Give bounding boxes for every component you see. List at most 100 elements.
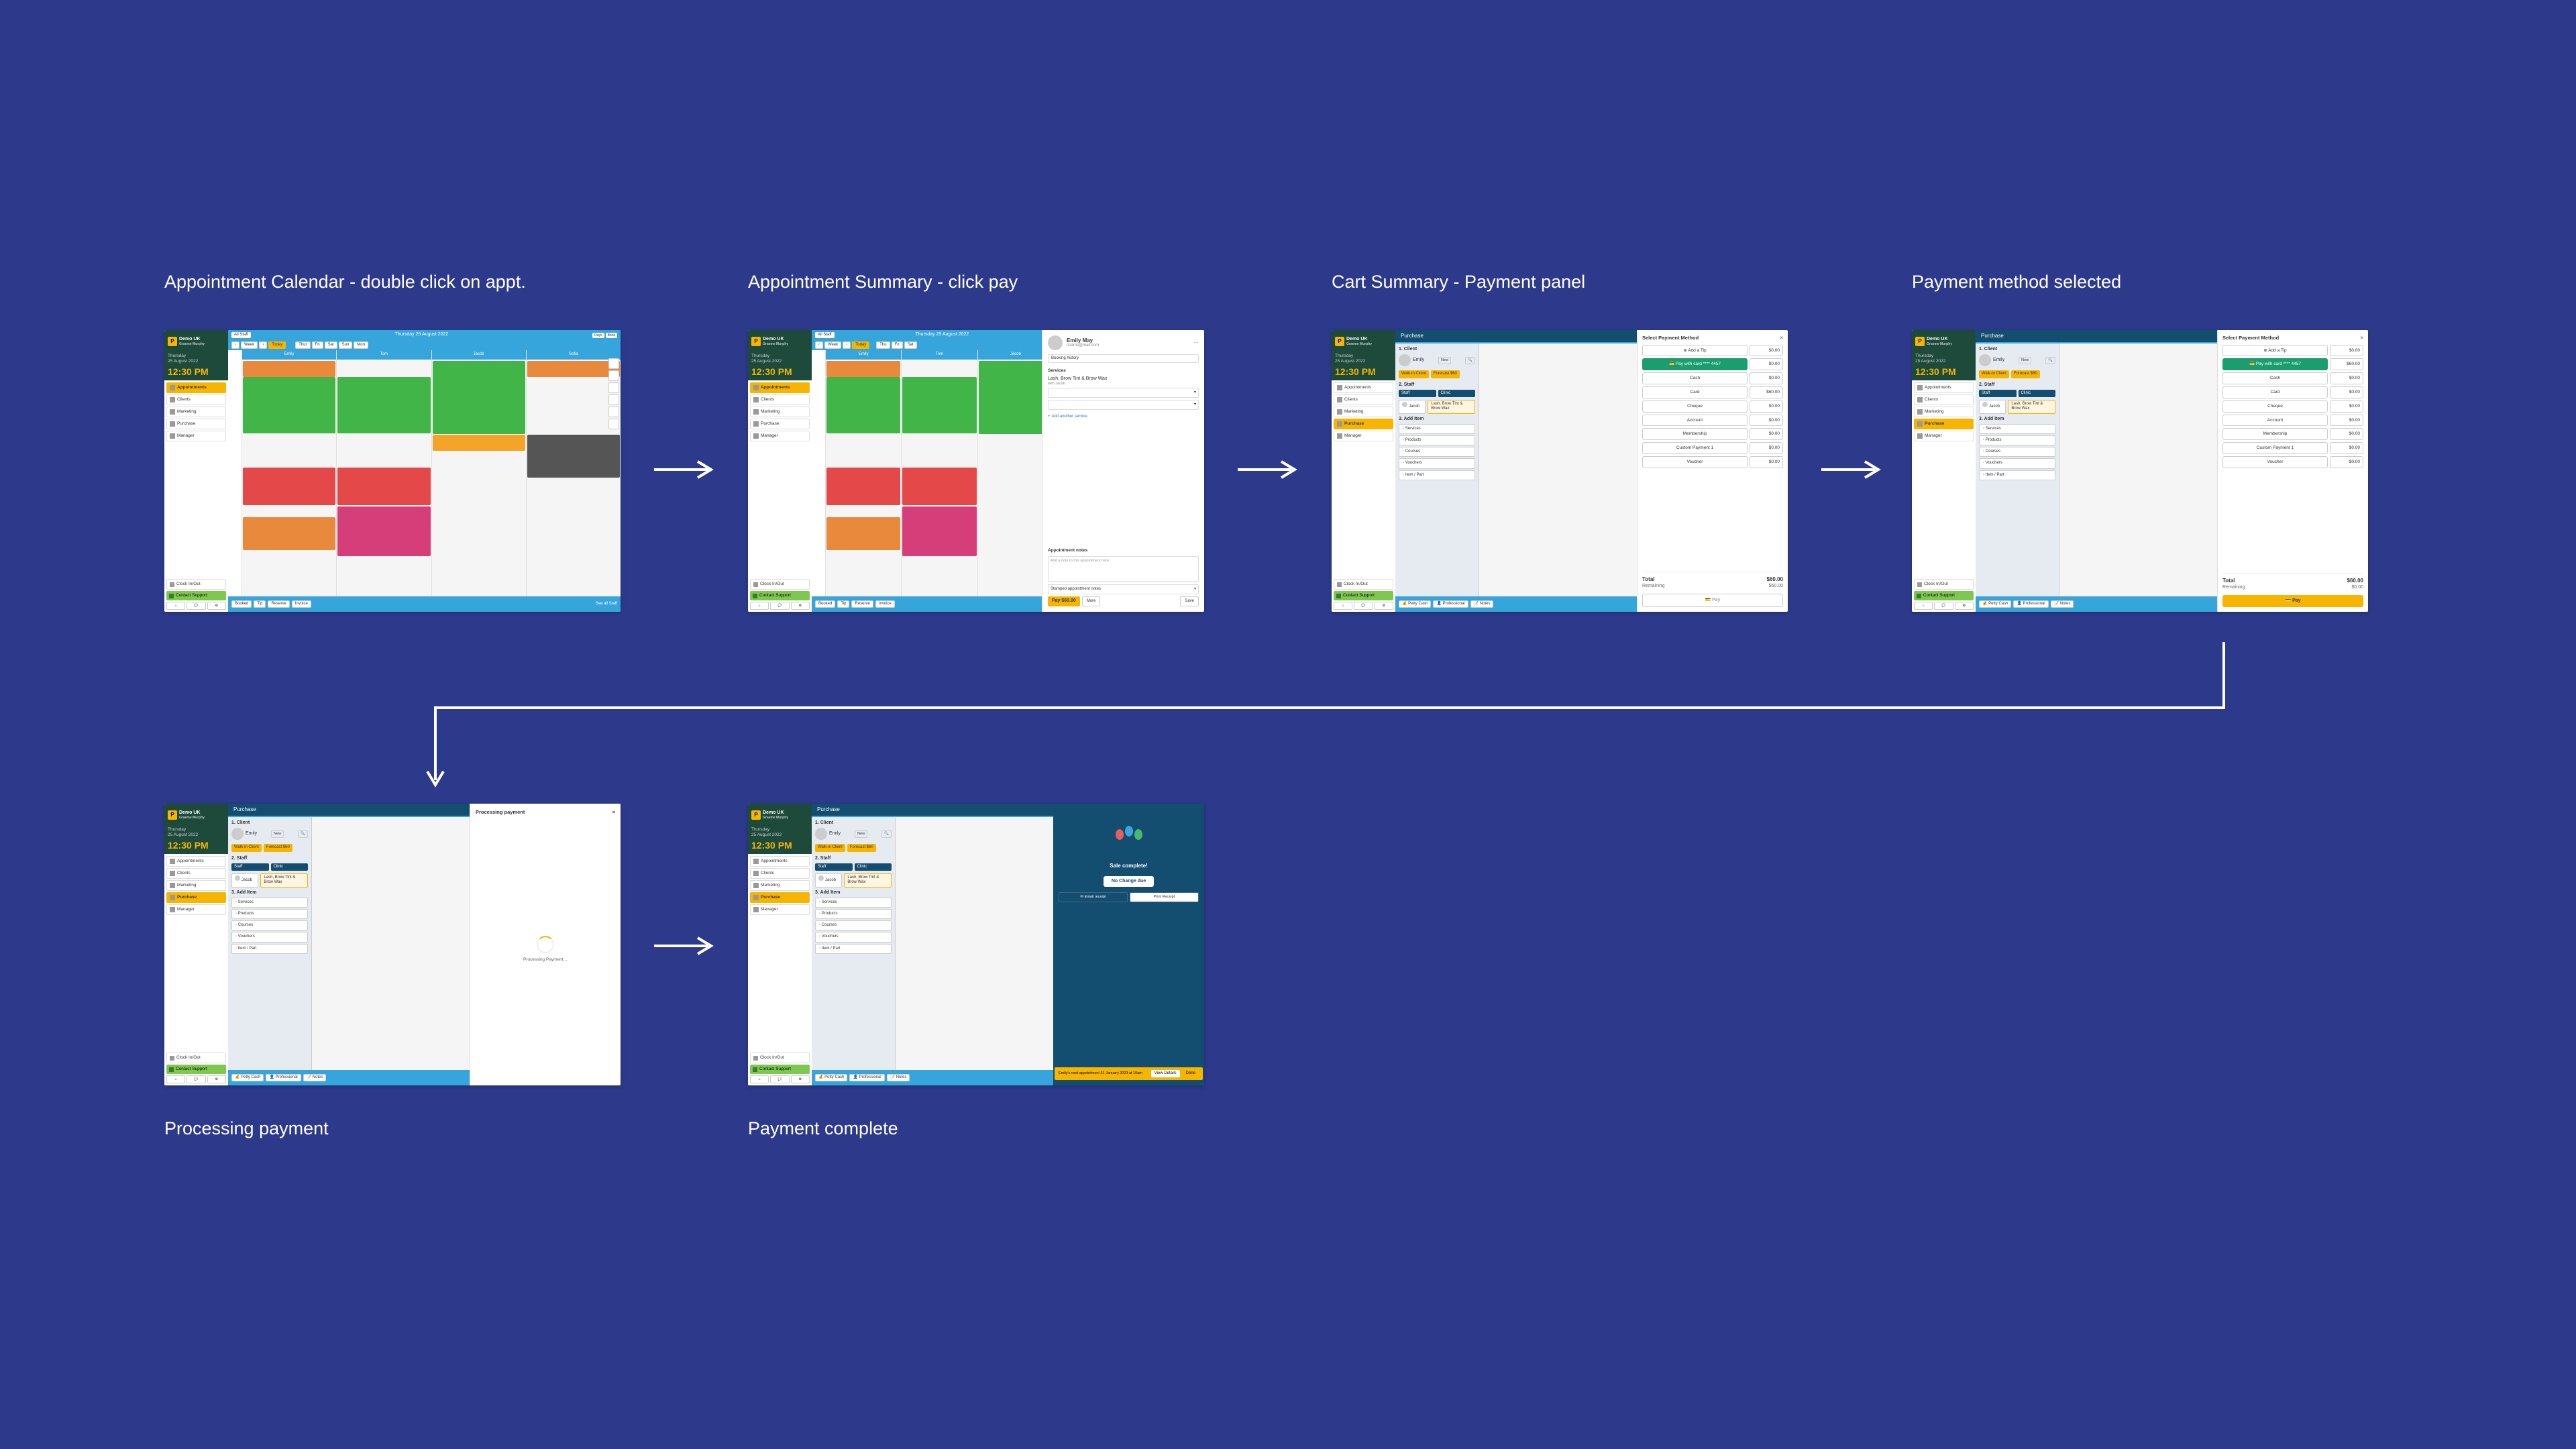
- payment-amount[interactable]: $0.00: [1750, 415, 1783, 427]
- payment-method[interactable]: ⊕ Add a Tip: [2222, 345, 2328, 357]
- close-icon[interactable]: ×: [612, 809, 615, 815]
- view-days[interactable]: Days: [592, 333, 604, 338]
- nav-purchase[interactable]: Purchase: [166, 892, 226, 903]
- clock-in-out[interactable]: Clock In/Out: [1334, 579, 1393, 590]
- nav-marketing[interactable]: Marketing: [1914, 407, 1974, 417]
- add-products[interactable]: ◦ Products: [1979, 435, 2055, 445]
- payment-amount[interactable]: $0.00: [2330, 428, 2363, 440]
- payment-amount[interactable]: $0.00: [2330, 386, 2363, 398]
- close-icon[interactable]: ×: [2360, 335, 2363, 341]
- nav-manager[interactable]: Manager: [166, 904, 226, 915]
- clock-in-out[interactable]: Clock In/Out: [1914, 579, 1974, 590]
- nav-prev[interactable]: ‹: [231, 341, 239, 349]
- add-vouchers[interactable]: ◦ Vouchers: [1979, 458, 2055, 468]
- payment-amount[interactable]: $0.00: [1750, 400, 1783, 413]
- view-book[interactable]: Book: [606, 333, 617, 338]
- nav-clients[interactable]: Clients: [1334, 394, 1393, 405]
- new-client[interactable]: New: [855, 830, 867, 838]
- contact-support[interactable]: Contact Support: [166, 1065, 226, 1074]
- pay-button[interactable]: 💳 Pay: [1642, 594, 1783, 607]
- forecast-chip[interactable]: Forecast $60: [264, 844, 292, 851]
- add-services[interactable]: ◦ Services: [1399, 424, 1475, 434]
- tool-icon[interactable]: [608, 419, 619, 429]
- nav-manager[interactable]: Manager: [1334, 431, 1393, 441]
- calendar-grid[interactable]: Emily Tom Jacob Sofi: [228, 350, 621, 596]
- payment-method[interactable]: Cash: [2222, 372, 2328, 384]
- clock-in-out[interactable]: Clock In/Out: [166, 579, 226, 590]
- payment-amount[interactable]: $0.00: [1750, 372, 1783, 384]
- tool-icon[interactable]: [608, 394, 619, 405]
- payment-method[interactable]: Cash: [1642, 372, 1748, 384]
- add-vouchers[interactable]: ◦ Vouchers: [231, 932, 308, 942]
- add-item[interactable]: ◦ Item / Part: [1399, 470, 1475, 480]
- walkin-chip[interactable]: Walk-in Client: [1399, 370, 1429, 378]
- nav-clients[interactable]: Clients: [1914, 394, 1974, 405]
- add-products[interactable]: ◦ Products: [1399, 435, 1475, 445]
- nav-purchase[interactable]: Purchase: [1334, 419, 1393, 429]
- payment-amount[interactable]: $0.00: [2330, 442, 2363, 454]
- stamped-notes[interactable]: Stamped appointment notes▾: [1048, 584, 1199, 594]
- petty-cash[interactable]: 💰 Petty Cash: [231, 1074, 264, 1081]
- view-details[interactable]: View Details: [1151, 1070, 1180, 1077]
- save-button[interactable]: Save: [1180, 596, 1199, 606]
- nav-appointments[interactable]: Appointments: [750, 382, 810, 393]
- new-client[interactable]: New: [271, 830, 284, 838]
- cart-line-item[interactable]: Lash, Brow Tint & Brow Wax: [260, 873, 308, 887]
- nav-next[interactable]: ›: [259, 341, 267, 349]
- payment-amount[interactable]: $0.00: [2330, 345, 2363, 357]
- search-icon[interactable]: 🔍: [1465, 357, 1475, 364]
- nav-purchase[interactable]: Purchase: [750, 892, 810, 903]
- payment-amount[interactable]: $60.00: [1750, 386, 1783, 398]
- forecast-chip[interactable]: Forecast $60: [847, 844, 876, 851]
- clock-in-out[interactable]: Clock In/Out: [166, 1053, 226, 1063]
- add-products[interactable]: ◦ Products: [231, 909, 308, 919]
- notes[interactable]: 📝 Notes: [303, 1074, 327, 1081]
- new-client[interactable]: New: [2019, 357, 2031, 364]
- nav-marketing[interactable]: Marketing: [166, 407, 226, 417]
- add-item[interactable]: ◦ Item / Part: [1979, 470, 2055, 480]
- nav-week[interactable]: Week: [241, 341, 258, 349]
- nav-purchase[interactable]: Purchase: [750, 419, 810, 429]
- service-select[interactable]: ▾: [1048, 400, 1199, 410]
- payment-method[interactable]: ⊕ Add a Tip: [1642, 345, 1748, 357]
- nav-marketing[interactable]: Marketing: [1334, 407, 1393, 417]
- contact-support[interactable]: Contact Support: [166, 591, 226, 600]
- forecast-chip[interactable]: Forecast $60: [1431, 370, 1460, 378]
- payment-amount[interactable]: $60.00: [2330, 358, 2363, 370]
- nav-clients[interactable]: Clients: [166, 394, 226, 405]
- appointment[interactable]: [433, 361, 525, 434]
- new-client[interactable]: New: [1438, 357, 1451, 364]
- add-services[interactable]: ◦ Services: [231, 898, 308, 908]
- add-courses[interactable]: ◦ Courses: [1399, 447, 1475, 457]
- payment-amount[interactable]: $0.00: [1750, 456, 1783, 468]
- contact-support[interactable]: Contact Support: [750, 1065, 810, 1074]
- nav-manager[interactable]: Manager: [166, 431, 226, 441]
- payment-method[interactable]: Membership: [2222, 428, 2328, 440]
- tag-invoice[interactable]: Invoice: [292, 600, 311, 608]
- payment-amount[interactable]: $0.00: [1750, 442, 1783, 454]
- payment-method[interactable]: Voucher: [1642, 456, 1748, 468]
- clock-in-out[interactable]: Clock In/Out: [750, 1053, 810, 1063]
- nav-manager[interactable]: Manager: [1914, 431, 1974, 441]
- payment-method[interactable]: Cheque: [1642, 400, 1748, 413]
- appointment[interactable]: [243, 517, 335, 550]
- cart-line-item[interactable]: Lash, Brow Tint & Brow Wax: [844, 873, 892, 887]
- appointment[interactable]: [337, 468, 430, 505]
- payment-method[interactable]: Card: [1642, 386, 1748, 398]
- chat-icon[interactable]: 💬: [186, 602, 205, 610]
- payment-amount[interactable]: $0.00: [1750, 345, 1783, 357]
- payment-method[interactable]: Membership: [1642, 428, 1748, 440]
- appointment[interactable]: [433, 435, 525, 451]
- appointment[interactable]: [527, 361, 620, 377]
- tool-icon[interactable]: [608, 407, 619, 417]
- payment-method[interactable]: Account: [2222, 415, 2328, 427]
- payment-amount[interactable]: $0.00: [1750, 428, 1783, 440]
- payment-method[interactable]: Custom Payment 1: [1642, 442, 1748, 454]
- email-receipt[interactable]: ✉ Email receipt: [1059, 892, 1128, 902]
- nav-marketing[interactable]: Marketing: [750, 880, 810, 891]
- add-products[interactable]: ◦ Products: [815, 909, 892, 919]
- booking-history-btn[interactable]: Booking history: [1048, 354, 1199, 363]
- nav-appointments[interactable]: Appointments: [1914, 382, 1974, 393]
- walkin-chip[interactable]: Walk-in Client: [815, 844, 845, 851]
- walkin-chip[interactable]: Walk-in Client: [231, 844, 262, 851]
